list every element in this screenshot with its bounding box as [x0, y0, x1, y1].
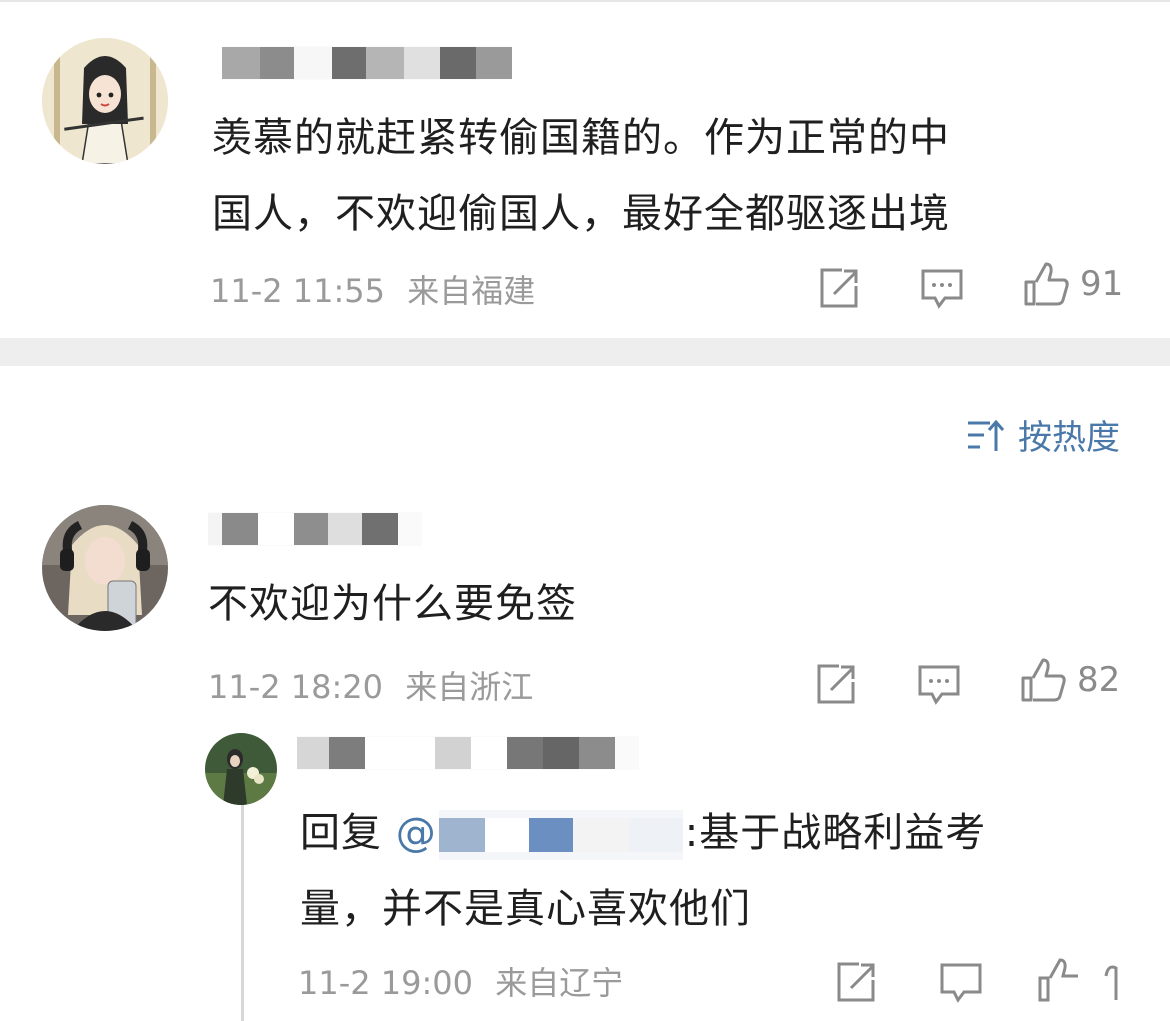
- like-count: 82: [1077, 660, 1121, 700]
- mention-link[interactable]: @: [395, 810, 685, 860]
- reply-location: 来自辽宁: [495, 964, 624, 1002]
- comment-icon[interactable]: [919, 266, 965, 314]
- sort-label: 按热度: [1018, 418, 1120, 458]
- share-icon[interactable]: [833, 960, 877, 1008]
- avatar-photo: [42, 505, 168, 631]
- reply-line: 量，并不是真心喜欢他们: [300, 886, 751, 932]
- share-icon[interactable]: [813, 662, 857, 710]
- reply-thread-line: [241, 800, 244, 1021]
- username-blurred[interactable]: [208, 512, 422, 546]
- comment-line: 国人，不欢迎偷国人，最好全都驱逐出境: [212, 191, 950, 237]
- reply-content: :基于战略利益考: [684, 810, 987, 856]
- like-icon: [1038, 958, 1118, 1002]
- reply-text: 回复 @ :基于战略利益考 量，并不是真心喜欢他们: [300, 795, 1160, 947]
- comment-meta: 11-2 18:20 来自浙江: [208, 662, 533, 708]
- share-icon[interactable]: [816, 266, 860, 314]
- reply-time: 11-2 19:00: [298, 964, 474, 1002]
- avatar-illustration: [42, 38, 168, 164]
- like-count: 91: [1080, 264, 1124, 304]
- mention-at: @: [395, 810, 437, 856]
- comment-text: 羡慕的就赶紧转偷国籍的。作为正常的中 国人，不欢迎偷国人，最好全都驱逐出境: [212, 100, 1132, 252]
- comment-time: 11-2 18:20: [208, 668, 384, 706]
- avatar[interactable]: [42, 505, 168, 631]
- comment-time: 11-2 11:55: [210, 272, 386, 310]
- comment-icon[interactable]: [938, 960, 984, 1008]
- section-divider: [0, 338, 1170, 366]
- like-button[interactable]: 91: [1022, 260, 1123, 308]
- avatar-photo: [205, 733, 277, 805]
- avatar[interactable]: [205, 733, 277, 805]
- comment-location: 来自福建: [407, 272, 536, 310]
- sort-icon: [968, 419, 1005, 451]
- comment-text: 不欢迎为什么要免签: [208, 581, 577, 627]
- username-blurred[interactable]: [297, 736, 639, 770]
- comment-meta: 11-2 11:55 来自福建: [210, 266, 535, 312]
- reply-prefix: 回复: [300, 810, 382, 856]
- reply-meta: 11-2 19:00 来自辽宁: [298, 958, 623, 1004]
- top-divider: [0, 0, 1170, 2]
- avatar[interactable]: [42, 38, 168, 164]
- comment-line: 羡慕的就赶紧转偷国籍的。作为正常的中: [212, 115, 950, 161]
- reply-line: 回复 @ :基于战略利益考: [300, 795, 1160, 871]
- comment-location: 来自浙江: [405, 668, 534, 706]
- like-button[interactable]: [1036, 956, 1156, 1008]
- username-blurred[interactable]: [222, 46, 512, 80]
- mentioned-user-blurred: [438, 810, 683, 860]
- like-icon: [1024, 262, 1069, 306]
- like-icon: [1021, 658, 1066, 702]
- comment-icon[interactable]: [916, 662, 962, 710]
- like-button[interactable]: 82: [1019, 656, 1120, 704]
- sort-by-hot-button[interactable]: 按热度: [966, 410, 1120, 459]
